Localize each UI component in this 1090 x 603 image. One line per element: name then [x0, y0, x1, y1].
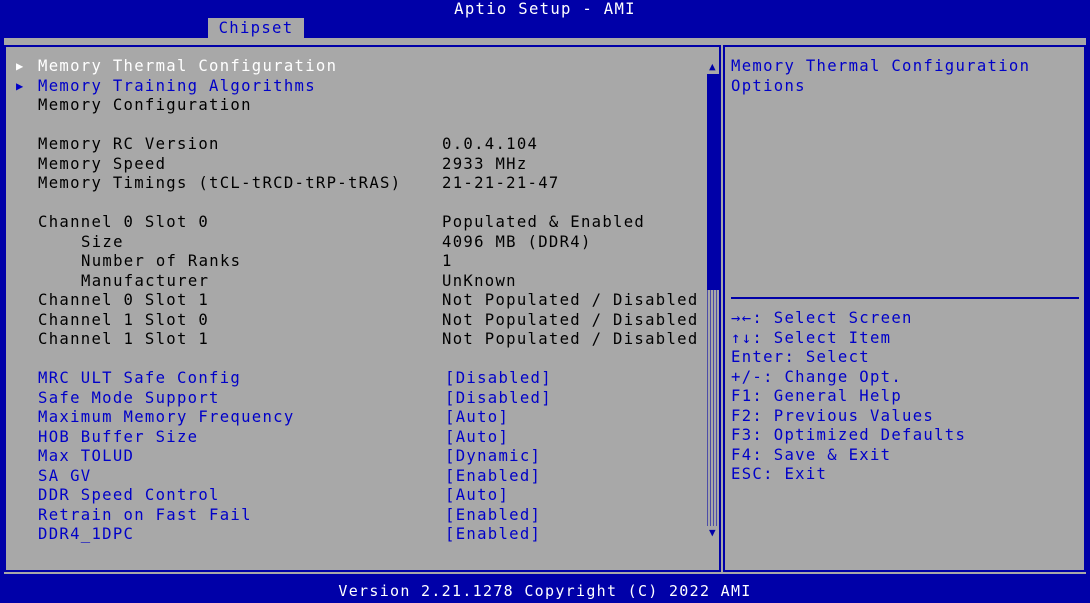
option-label: Safe Mode Support — [38, 388, 220, 407]
section-title: Memory Configuration — [6, 96, 250, 116]
option-maximum-memory-frequency[interactable]: Maximum Memory Frequency [Auto] — [6, 408, 508, 428]
info-value: 0.0.4.104 — [442, 135, 539, 153]
slot-value: Not Populated / Disabled — [442, 310, 699, 329]
tab-chipset[interactable]: Chipset — [208, 18, 304, 38]
submenu-label: Memory Thermal Configuration — [38, 57, 338, 75]
submenu-memory-thermal-configuration[interactable]: ▶ Memory Thermal Configuration — [6, 57, 336, 77]
slot-label: Channel 1 Slot 1 — [38, 330, 210, 348]
option-mrc-ult-safe-config[interactable]: MRC ULT Safe Config [Disabled] — [6, 369, 551, 389]
slot-row: Channel 0 Slot 0 Populated & Enabled — [6, 213, 644, 233]
info-label: Memory Speed — [38, 154, 167, 173]
info-value: 21-21-21-47 — [442, 174, 560, 192]
info-row: Memory RC Version 0.0.4.104 — [6, 135, 537, 155]
slot-row: Channel 1 Slot 0 Not Populated / Disable… — [6, 311, 697, 331]
option-hob-buffer-size[interactable]: HOB Buffer Size [Auto] — [6, 428, 508, 448]
option-retrain-on-fast-fail[interactable]: Retrain on Fast Fail [Enabled] — [6, 506, 540, 526]
info-row: Memory Speed 2933 MHz — [6, 155, 526, 175]
key-hint: F4: Save & Exit — [731, 445, 892, 464]
triangle-down-icon[interactable]: ▼ — [707, 527, 719, 539]
triangle-right-icon: ▶ — [16, 59, 25, 73]
slot-detail-label: Size — [81, 232, 124, 251]
help-text-line: Memory Thermal Configuration — [731, 57, 1031, 75]
slot-detail-label: Manufacturer — [81, 271, 210, 290]
triangle-up-icon[interactable]: ▲ — [707, 61, 719, 73]
option-label: DDR4_1DPC — [38, 525, 135, 543]
slot-detail-value: UnKnown — [442, 271, 517, 290]
option-value[interactable]: [Disabled] — [445, 389, 552, 409]
key-hint: F2: Previous Values — [731, 406, 935, 425]
key-hint: F1: General Help — [731, 387, 903, 405]
submenu-memory-training-algorithms[interactable]: ▶ Memory Training Algorithms — [6, 77, 315, 97]
slot-value: Not Populated / Disabled — [442, 291, 699, 309]
option-label: Maximum Memory Frequency — [38, 408, 295, 426]
key-hint: Enter: Select — [731, 348, 870, 366]
slot-label: Channel 1 Slot 0 — [38, 310, 210, 329]
slot-detail-row: Manufacturer UnKnown — [6, 272, 516, 292]
slot-label: Channel 0 Slot 0 — [38, 213, 210, 231]
option-label: MRC ULT Safe Config — [38, 369, 242, 387]
info-value: 2933 MHz — [442, 154, 528, 173]
section-title-label: Memory Configuration — [38, 96, 252, 114]
slot-label: Channel 0 Slot 1 — [38, 291, 210, 309]
slot-value: Populated & Enabled — [442, 213, 646, 231]
scrollbar-thumb[interactable] — [707, 74, 719, 290]
window-title: Aptio Setup - AMI — [454, 0, 636, 18]
info-row: Memory Timings (tCL-tRCD-tRP-tRAS) 21-21… — [6, 174, 558, 194]
slot-row: Channel 1 Slot 1 Not Populated / Disable… — [6, 330, 697, 350]
option-label: DDR Speed Control — [38, 486, 220, 504]
option-ddr4-1dpc[interactable]: DDR4_1DPC [Enabled] — [6, 525, 540, 545]
option-value[interactable]: [Enabled] — [445, 506, 541, 526]
option-label: Retrain on Fast Fail — [38, 505, 252, 524]
key-hint: +/-: Change Opt. — [731, 367, 903, 386]
key-hint: ↑↓: Select Item — [731, 328, 892, 347]
slot-detail-row: Size 4096 MB (DDR4) — [6, 233, 590, 253]
option-max-tolud[interactable]: Max TOLUD [Dynamic] — [6, 447, 540, 467]
option-label: SA GV — [38, 466, 92, 485]
option-value[interactable]: [Enabled] — [445, 467, 541, 487]
option-ddr-speed-control[interactable]: DDR Speed Control [Auto] — [6, 486, 508, 506]
triangle-right-icon: ▶ — [16, 78, 25, 93]
slot-detail-value: 1 — [442, 252, 453, 270]
option-value[interactable]: [Dynamic] — [445, 447, 541, 467]
option-safe-mode-support[interactable]: Safe Mode Support [Disabled] — [6, 389, 551, 409]
option-value[interactable]: [Auto] — [445, 408, 509, 428]
footer-version: Version 2.21.1278 Copyright (C) 2022 AMI — [338, 582, 752, 600]
option-value[interactable]: [Disabled] — [445, 369, 552, 389]
slot-detail-row: Number of Ranks 1 — [6, 252, 451, 272]
key-hint: ESC: Exit — [731, 465, 828, 483]
slot-row: Channel 0 Slot 1 Not Populated / Disable… — [6, 291, 697, 311]
option-label: Max TOLUD — [38, 447, 135, 465]
info-label: Memory RC Version — [38, 135, 220, 153]
key-hint: F3: Optimized Defaults — [731, 426, 967, 444]
slot-value: Not Populated / Disabled — [442, 330, 699, 348]
option-value[interactable]: [Auto] — [445, 428, 509, 448]
help-text-line: Options — [731, 76, 806, 95]
option-label: HOB Buffer Size — [38, 427, 199, 446]
option-sa-gv[interactable]: SA GV [Enabled] — [6, 467, 540, 487]
submenu-label: Memory Training Algorithms — [38, 76, 316, 95]
slot-detail-label: Number of Ranks — [81, 252, 242, 270]
slot-detail-value: 4096 MB (DDR4) — [442, 232, 592, 251]
option-value[interactable]: [Auto] — [445, 486, 509, 506]
key-hint: →←: Select Screen — [731, 309, 913, 327]
option-value[interactable]: [Enabled] — [445, 525, 541, 545]
help-divider — [731, 297, 1079, 299]
menu-panel: ▶ Memory Thermal Configuration ▶ Memory … — [4, 45, 721, 572]
info-label: Memory Timings (tCL-tRCD-tRP-tRAS) — [38, 174, 402, 192]
